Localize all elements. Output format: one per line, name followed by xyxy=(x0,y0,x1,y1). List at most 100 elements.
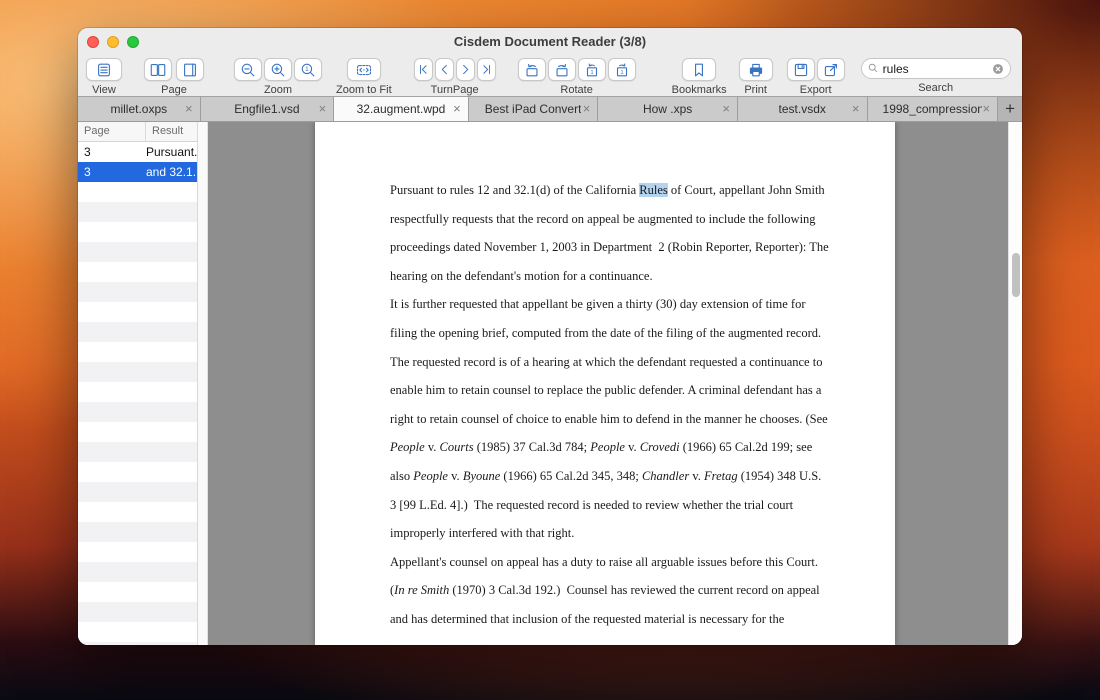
tab-engfile1-vsd[interactable]: Engfile1.vsd× xyxy=(201,97,335,121)
search-result-row-2[interactable]: 3and 32.1... xyxy=(78,162,197,182)
printer-button[interactable] xyxy=(739,58,773,81)
document-line: filing the opening brief, computed from … xyxy=(390,319,895,348)
bookmarks-buttons xyxy=(682,58,716,81)
sidebar-scrollbar-track[interactable] xyxy=(198,122,208,645)
bookmark-button[interactable] xyxy=(682,58,716,81)
first-page-button[interactable] xyxy=(414,58,433,81)
rotate-left-icon xyxy=(523,61,541,79)
rotate-buttons: 11 xyxy=(518,58,636,81)
tab-label: Best iPad Convert xyxy=(485,102,582,116)
tab-close-icon[interactable]: × xyxy=(453,103,461,115)
column-header-result[interactable]: Result xyxy=(146,122,197,141)
zoom-actual-button[interactable]: 1 xyxy=(294,58,322,81)
rotate-page-right-button[interactable]: 1 xyxy=(608,58,636,81)
result-page-number: 3 xyxy=(78,165,146,179)
tab-close-icon[interactable]: × xyxy=(319,103,327,115)
last-page-icon xyxy=(479,62,494,77)
last-page-button[interactable] xyxy=(477,58,496,81)
toolbar-group-bookmarks: Bookmarks xyxy=(672,58,727,96)
search-field[interactable] xyxy=(861,58,1011,79)
next-page-button[interactable] xyxy=(456,58,475,81)
search-result-row-1[interactable]: 3Pursuant... xyxy=(78,142,197,162)
document-line: The requested record is of a hearing at … xyxy=(390,348,895,377)
toolbar-group-print: Print xyxy=(739,58,773,96)
tab-close-icon[interactable]: × xyxy=(852,103,860,115)
viewer-scrollbar-thumb[interactable] xyxy=(1012,253,1020,297)
result-snippet: Pursuant... xyxy=(146,145,197,159)
toolbar-label-zoom: Zoom xyxy=(264,84,292,96)
zoom-fit-icon xyxy=(355,61,373,79)
tab-close-icon[interactable]: × xyxy=(185,103,193,115)
zoom-buttons: 1 xyxy=(234,58,322,81)
tab-best-ipad-convert[interactable]: Best iPad Convert× xyxy=(469,97,599,121)
prev-page-button[interactable] xyxy=(435,58,454,81)
document-line: improperly interfered with that right. xyxy=(390,519,895,548)
document-line: respectfully requests that the record on… xyxy=(390,205,895,234)
document-line: It is further requested that appellant b… xyxy=(390,290,895,319)
tab-millet-oxps[interactable]: millet.oxps × xyxy=(78,97,201,121)
rotate-right-button[interactable] xyxy=(548,58,576,81)
tab-test-vsdx[interactable]: test.vsdx × xyxy=(738,97,868,121)
tab-label: test.vsdx xyxy=(779,102,826,116)
toolbar-label-page: Page xyxy=(161,84,187,96)
toolbar-group-rotate: 11Rotate xyxy=(518,58,636,96)
prev-page-icon xyxy=(437,62,452,77)
view-list-icon xyxy=(95,61,113,79)
document-line: right to retain counsel of choice to ena… xyxy=(390,405,895,434)
zoom-fit-button[interactable] xyxy=(347,58,381,81)
tab-how-xps[interactable]: How .xps× xyxy=(598,97,738,121)
content-area: Page Result 3Pursuant...3and 32.1... Pur… xyxy=(78,122,1022,645)
sidebar-header: Page Result xyxy=(78,122,197,142)
document-line: proceedings dated November 1, 2003 in De… xyxy=(390,233,895,262)
page-buttons xyxy=(144,58,204,81)
new-tab-button[interactable]: + xyxy=(998,97,1022,121)
document-line: also People v. Byoune (1966) 65 Cal.2d 3… xyxy=(390,462,895,491)
zoom-in-button[interactable] xyxy=(264,58,292,81)
toolbar-label-print: Print xyxy=(744,84,767,96)
tab-close-icon[interactable]: × xyxy=(583,103,591,115)
toolbar: ViewPage1ZoomZoom to FitTurnPage11Rotate… xyxy=(78,56,1022,96)
toolbar-label-rotate: Rotate xyxy=(560,84,592,96)
column-header-page[interactable]: Page xyxy=(78,122,146,141)
zoom-to-fit-buttons xyxy=(347,58,381,81)
search-input[interactable] xyxy=(883,62,988,76)
zoom-out-button[interactable] xyxy=(234,58,262,81)
printer-icon xyxy=(747,61,765,79)
share-button[interactable] xyxy=(817,58,845,81)
tab-label: millet.oxps xyxy=(110,102,167,116)
single-page-button[interactable] xyxy=(176,58,204,81)
view-buttons xyxy=(86,58,122,81)
tab-32-augment-wpd[interactable]: 32.augment.wpd× xyxy=(334,97,469,121)
view-list-button[interactable] xyxy=(86,58,122,81)
toolbar-group-turnpage: TurnPage xyxy=(414,58,496,96)
tab-bar: millet.oxps×Engfile1.vsd×32.augment.wpd×… xyxy=(78,96,1022,122)
tab-close-icon[interactable]: × xyxy=(722,103,730,115)
toolbar-label-bookmarks: Bookmarks xyxy=(672,84,727,96)
two-page-button[interactable] xyxy=(144,58,172,81)
rotate-left-button[interactable] xyxy=(518,58,546,81)
document-line: hearing on the defendant's motion for a … xyxy=(390,262,895,291)
tab-1998-compression[interactable]: 1998_compression× xyxy=(868,97,999,121)
clear-search-button[interactable] xyxy=(991,62,1005,76)
document-page: Pursuant to rules 12 and 32.1(d) of the … xyxy=(315,122,895,645)
titlebar: Cisdem Document Reader (3/8) xyxy=(78,28,1022,56)
toolbar-label-export: Export xyxy=(800,84,832,96)
rotate-page-left-button[interactable]: 1 xyxy=(578,58,606,81)
toolbar-label-turnpage: TurnPage xyxy=(431,84,479,96)
toolbar-label-zoom-to-fit: Zoom to Fit xyxy=(336,84,392,96)
document-line: Pursuant to rules 12 and 32.1(d) of the … xyxy=(390,176,895,205)
toolbar-group-zoom-to-fit: Zoom to Fit xyxy=(336,58,392,96)
two-page-icon xyxy=(149,61,167,79)
rotate-right-icon xyxy=(553,61,571,79)
svg-text:1: 1 xyxy=(305,66,309,73)
search-match-highlight: Rules xyxy=(639,183,667,197)
result-page-number: 3 xyxy=(78,145,146,159)
bookmark-icon xyxy=(690,61,708,79)
viewer-scrollbar-track[interactable] xyxy=(1008,122,1022,645)
toolbar-group-view: View xyxy=(86,58,122,96)
svg-text:1: 1 xyxy=(620,69,623,75)
tab-close-icon[interactable]: × xyxy=(983,103,991,115)
save-button[interactable] xyxy=(787,58,815,81)
rotate-page-left-icon: 1 xyxy=(583,61,601,79)
toolbar-group-export: Export xyxy=(787,58,845,96)
